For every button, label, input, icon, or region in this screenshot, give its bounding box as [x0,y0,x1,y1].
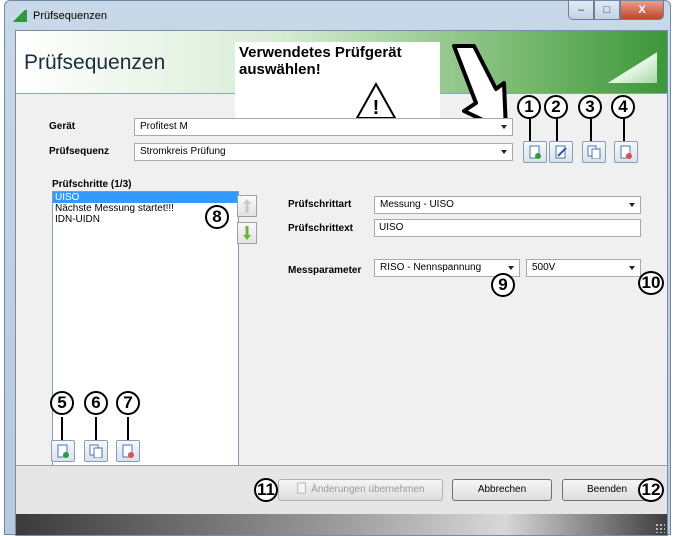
voltage-select[interactable]: 500V [526,259,641,277]
delete-step-button[interactable] [116,440,140,462]
marker-3: 3 [578,95,602,119]
device-select[interactable]: Profitest M [134,118,513,136]
marker-2: 2 [544,95,568,119]
minimize-button[interactable]: – [568,1,594,20]
document-copy-icon [89,444,103,458]
marker-8: 8 [205,205,229,229]
step-type-label: Prüfschrittart [288,199,352,210]
steps-title: Prüfschritte (1/3) [52,179,132,190]
step-text-input[interactable]: UISO [374,219,641,237]
document-edit-icon [297,482,307,494]
status-bar [16,514,667,535]
move-down-button[interactable] [237,222,257,244]
marker-4: 4 [611,95,635,119]
marker-6: 6 [84,391,108,415]
measure-param-value: RISO - Nennspannung [380,262,482,273]
marker-7: 7 [116,391,140,415]
arrow-down-icon [243,226,251,240]
arrow-up-icon [243,199,251,213]
step-text-label: Prüfschrittext [288,223,354,234]
chevron-down-icon [501,125,507,129]
add-sequence-button[interactable] [523,141,547,163]
sequence-select[interactable]: Stromkreis Prüfung [134,143,513,161]
brand-logo-icon [599,45,657,83]
chevron-down-icon [508,266,514,270]
copy-step-button[interactable] [84,440,108,462]
voltage-value: 500V [532,262,556,273]
apply-changes-label: Änderungen übernehmen [311,484,425,495]
steps-list[interactable]: UISO Nächste Messung startet!!! IDN-UIDN [52,191,239,471]
document-delete-icon [620,145,632,159]
step-type-select[interactable]: Messung - UISO [374,196,641,214]
callout-text: Verwendetes Prüfgerät auswählen! [239,44,402,78]
chevron-down-icon [629,203,635,207]
warning-icon: ! [355,82,397,119]
marker-12: 12 [638,478,664,502]
add-step-button[interactable] [51,440,75,462]
step-type-value: Messung - UISO [380,199,454,210]
title-bar: Prüfsequenzen – □ X [5,1,670,31]
instruction-callout: Verwendetes Prüfgerät auswählen! ! [235,42,440,124]
document-copy-icon [587,145,601,159]
app-icon [13,10,27,22]
marker-9: 9 [491,273,515,297]
device-label: Gerät [49,121,76,132]
document-delete-icon [122,444,134,458]
chevron-down-icon [501,150,507,154]
move-up-button[interactable] [237,195,257,217]
marker-1: 1 [517,95,541,119]
page-title: Prüfsequenzen [24,51,166,74]
edit-sequence-button[interactable] [549,141,573,163]
measure-params-label: Messparameter [288,265,362,276]
dialog-content: Prüfsequenzen Verwendetes Prüfgerät ausw… [15,30,668,536]
device-select-value: Profitest M [140,121,188,132]
copy-sequence-button[interactable] [582,141,606,163]
maximize-button[interactable]: □ [594,1,620,20]
close-button[interactable]: X [620,1,664,20]
button-bar: Änderungen übernehmen Abbrechen Beenden … [16,465,667,514]
marker-11: 11 [254,478,278,502]
warning-mark: ! [373,97,380,119]
cancel-button[interactable]: Abbrechen [452,479,552,501]
document-add-icon [529,145,541,159]
window: Prüfsequenzen – □ X Prüfsequenzen Verwen… [4,0,671,536]
resize-grip-icon[interactable] [655,523,665,533]
sequence-select-value: Stromkreis Prüfung [140,146,226,157]
list-item[interactable]: UISO [53,192,238,203]
document-edit-icon [555,145,567,159]
marker-5: 5 [50,391,74,415]
apply-changes-button[interactable]: Änderungen übernehmen [278,479,443,501]
chevron-down-icon [629,266,635,270]
sequence-label: Prüfsequenz [49,146,110,157]
document-add-icon [57,444,69,458]
delete-sequence-button[interactable] [614,141,638,163]
window-title: Prüfsequenzen [33,10,107,22]
marker-10: 10 [638,271,664,295]
